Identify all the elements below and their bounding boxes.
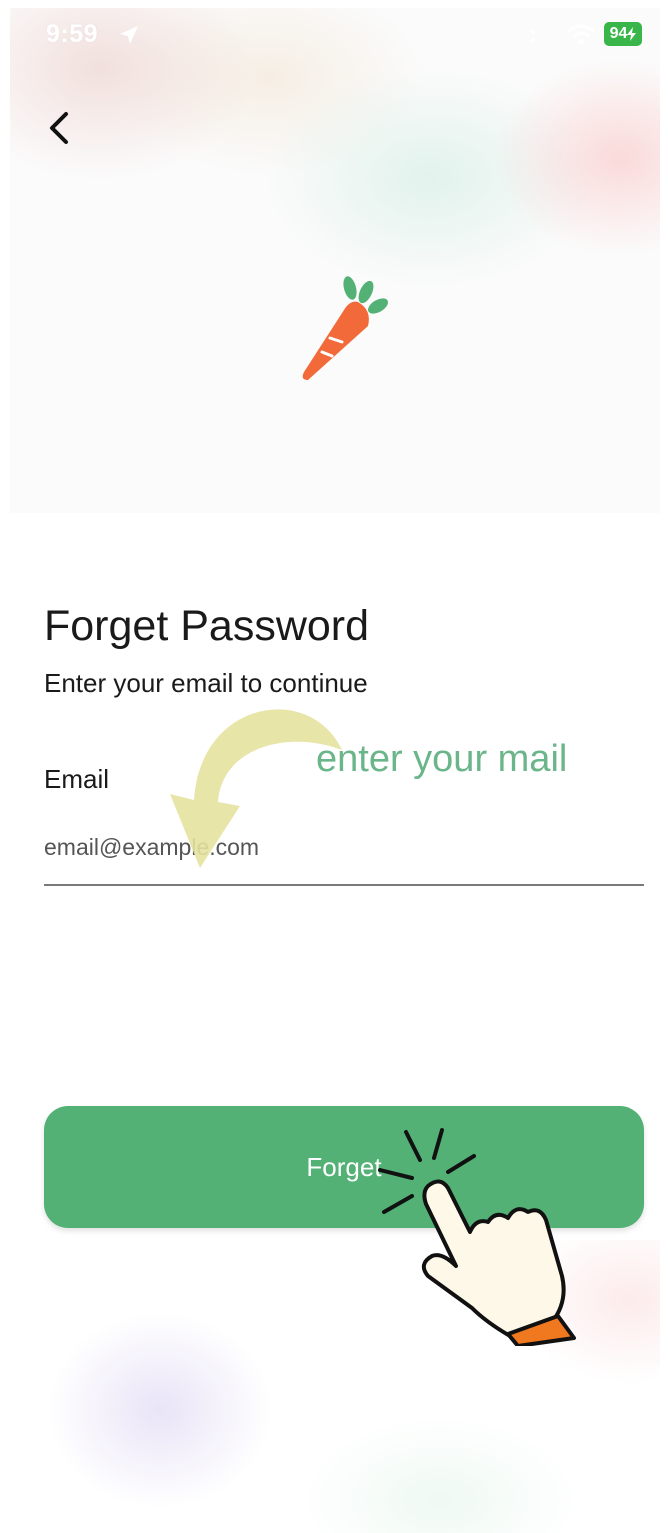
wifi-icon — [567, 24, 595, 45]
status-bar — [10, 8, 660, 64]
bottom-background — [10, 1240, 660, 1533]
email-field[interactable] — [44, 826, 644, 886]
signal-icon — [531, 30, 535, 42]
email-label: Email — [44, 764, 110, 794]
page-subtitle: Enter your email to continue — [44, 668, 368, 698]
battery-indicator: 94 — [604, 22, 642, 46]
back-button[interactable] — [40, 104, 84, 152]
location-arrow-icon — [120, 26, 138, 44]
charging-bolt-icon — [627, 27, 637, 41]
carrot-icon — [302, 276, 388, 380]
annotation-text: enter your mail — [316, 738, 568, 780]
battery-level: 94 — [609, 25, 628, 42]
top-background — [10, 8, 660, 513]
forget-button[interactable]: Forget — [44, 1106, 644, 1228]
status-time: 9:59 — [46, 20, 99, 48]
chevron-left-icon — [50, 112, 68, 144]
page-title: Forget Password — [44, 602, 370, 650]
